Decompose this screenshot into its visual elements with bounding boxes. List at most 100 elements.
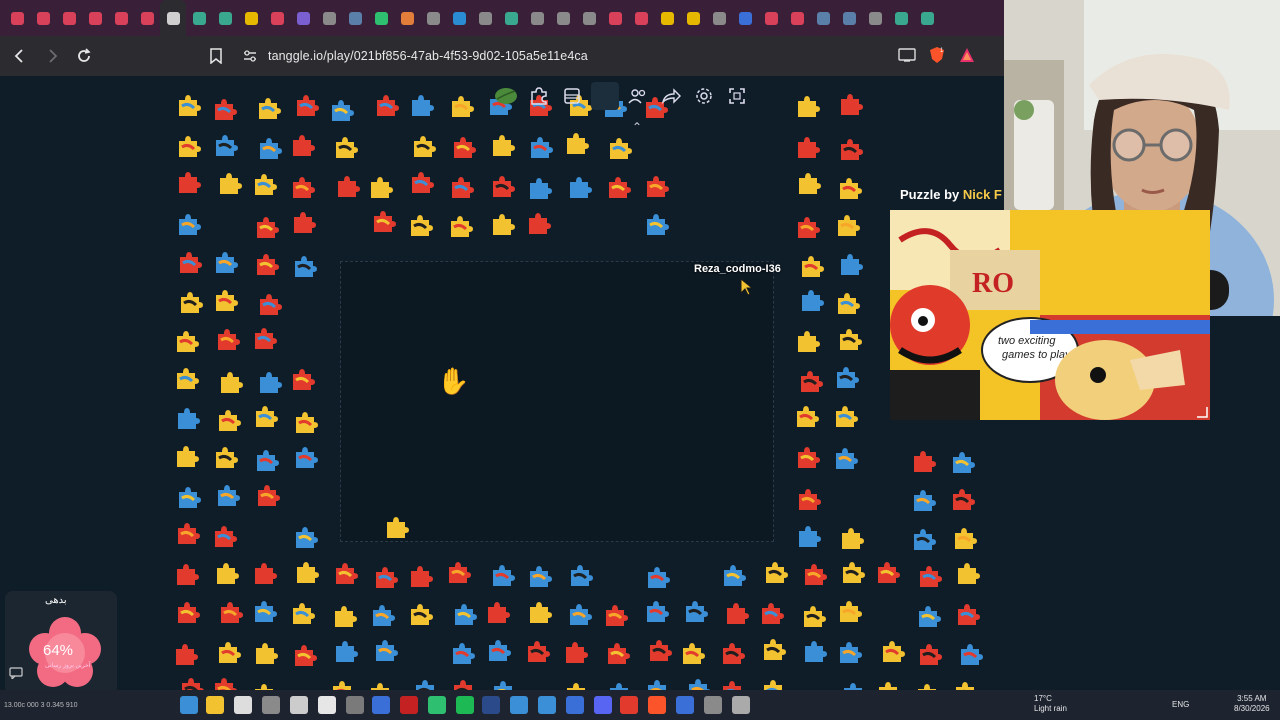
blank-icon[interactable] <box>591 82 619 110</box>
puzzle-piece[interactable] <box>948 486 976 514</box>
puzzle-piece[interactable] <box>525 175 553 203</box>
resize-handle-icon[interactable] <box>1196 406 1208 418</box>
puzzle-author[interactable]: Nick F <box>963 187 1002 202</box>
puzzle-piece[interactable] <box>797 253 825 281</box>
puzzle-piece[interactable] <box>252 214 280 242</box>
share-icon[interactable] <box>657 82 685 110</box>
puzzle-piece[interactable] <box>757 600 785 628</box>
puzzle-piece[interactable] <box>489 678 517 690</box>
browser-tab[interactable] <box>212 0 238 36</box>
puzzle-piece[interactable] <box>211 444 239 472</box>
taskbar-app-icon[interactable] <box>456 696 474 714</box>
puzzle-piece[interactable] <box>525 599 553 627</box>
puzzle-piece[interactable] <box>874 679 902 690</box>
puzzle-piece[interactable] <box>448 640 476 668</box>
puzzle-piece[interactable] <box>836 251 864 279</box>
collapse-toolbar-button[interactable]: ⌃ <box>632 120 642 134</box>
browser-tab[interactable] <box>602 0 628 36</box>
settings-icon[interactable] <box>690 82 718 110</box>
puzzle-piece[interactable] <box>250 171 278 199</box>
browser-tab[interactable] <box>836 0 862 36</box>
puzzle-piece[interactable] <box>761 559 789 587</box>
taskbar-app-icon[interactable] <box>732 696 750 714</box>
puzzle-piece[interactable] <box>328 678 356 690</box>
puzzle-piece[interactable] <box>216 369 244 397</box>
puzzle-piece[interactable] <box>371 637 399 665</box>
puzzle-piece[interactable] <box>212 560 240 588</box>
puzzle-piece[interactable] <box>211 132 239 160</box>
browser-tab[interactable] <box>186 0 212 36</box>
browser-tab[interactable] <box>342 0 368 36</box>
puzzle-piece[interactable] <box>331 134 359 162</box>
puzzle-piece[interactable] <box>759 636 787 664</box>
puzzle-piece[interactable] <box>173 599 201 627</box>
weather-widget[interactable]: 17°C Light rain <box>1034 694 1067 714</box>
puzzle-piece[interactable] <box>836 91 864 119</box>
puzzle-piece[interactable] <box>913 681 941 690</box>
browser-tab[interactable] <box>888 0 914 36</box>
browser-tab[interactable] <box>238 0 264 36</box>
puzzle-piece[interactable] <box>793 93 821 121</box>
puzzle-piece[interactable] <box>566 562 594 590</box>
puzzle-canvas[interactable]: ⌃ Reza_codmo-I36 ✋ <box>0 76 1004 690</box>
puzzle-piece[interactable] <box>288 366 316 394</box>
site-settings-icon[interactable] <box>242 48 258 64</box>
puzzle-piece[interactable] <box>838 559 866 587</box>
puzzle-piece[interactable] <box>372 92 400 120</box>
puzzle-piece[interactable] <box>956 641 984 669</box>
puzzle-piece[interactable] <box>255 135 283 163</box>
puzzle-piece[interactable] <box>406 601 434 629</box>
puzzle-piece[interactable] <box>174 169 202 197</box>
puzzle-piece[interactable] <box>794 170 822 198</box>
puzzle-piece[interactable] <box>411 677 439 690</box>
puzzle-piece[interactable] <box>948 449 976 477</box>
puzzle-piece[interactable] <box>252 447 280 475</box>
puzzle-piece[interactable] <box>406 563 434 591</box>
browser-tab[interactable] <box>680 0 706 36</box>
taskbar-app-icon[interactable] <box>676 696 694 714</box>
puzzle-piece[interactable] <box>832 364 860 392</box>
puzzle-piece[interactable] <box>366 680 394 690</box>
browser-tab[interactable] <box>706 0 732 36</box>
puzzle-piece[interactable] <box>210 96 238 124</box>
puzzle-piece[interactable] <box>604 174 632 202</box>
puzzle-piece[interactable] <box>173 405 201 433</box>
browser-tab[interactable] <box>732 0 758 36</box>
puzzle-piece[interactable] <box>254 95 282 123</box>
puzzle-piece[interactable] <box>371 564 399 592</box>
puzzle-piece[interactable] <box>833 290 861 318</box>
browser-tab[interactable] <box>914 0 940 36</box>
puzzle-piece[interactable] <box>444 559 472 587</box>
puzzle-piece[interactable] <box>835 598 863 626</box>
puzzle-piece[interactable] <box>565 174 593 202</box>
taskbar-app-icon[interactable] <box>566 696 584 714</box>
browser-tab[interactable] <box>420 0 446 36</box>
puzzle-piece[interactable] <box>368 602 396 630</box>
taskbar-app-icon[interactable] <box>318 696 336 714</box>
puzzle-piece[interactable] <box>684 676 712 690</box>
puzzle-piece[interactable] <box>446 213 474 241</box>
puzzle-piece[interactable] <box>642 598 670 626</box>
puzzle-piece[interactable] <box>450 601 478 629</box>
puzzle-piece[interactable] <box>950 525 978 553</box>
puzzle-piece[interactable] <box>562 680 590 690</box>
browser-tab[interactable] <box>108 0 134 36</box>
reload-button[interactable] <box>70 42 98 70</box>
image-frame-icon[interactable] <box>558 82 586 110</box>
puzzle-piece[interactable] <box>562 130 590 158</box>
taskbar-app-icon[interactable] <box>180 696 198 714</box>
puzzle-piece[interactable] <box>488 173 516 201</box>
puzzle-piece[interactable] <box>213 482 241 510</box>
taskbar-app-icon[interactable] <box>538 696 556 714</box>
cast-icon[interactable] <box>897 45 917 65</box>
puzzle-piece[interactable] <box>483 599 511 627</box>
puzzle-piece[interactable] <box>215 170 243 198</box>
brave-rewards-icon[interactable] <box>957 45 977 65</box>
puzzle-piece[interactable] <box>909 487 937 515</box>
taskbar-app-icon[interactable] <box>510 696 528 714</box>
puzzle-piece[interactable] <box>759 677 787 690</box>
puzzle-piece[interactable] <box>253 482 281 510</box>
puzzle-piece[interactable] <box>833 212 861 240</box>
browser-tab[interactable] <box>368 0 394 36</box>
language-indicator[interactable]: ENG <box>1172 700 1189 709</box>
